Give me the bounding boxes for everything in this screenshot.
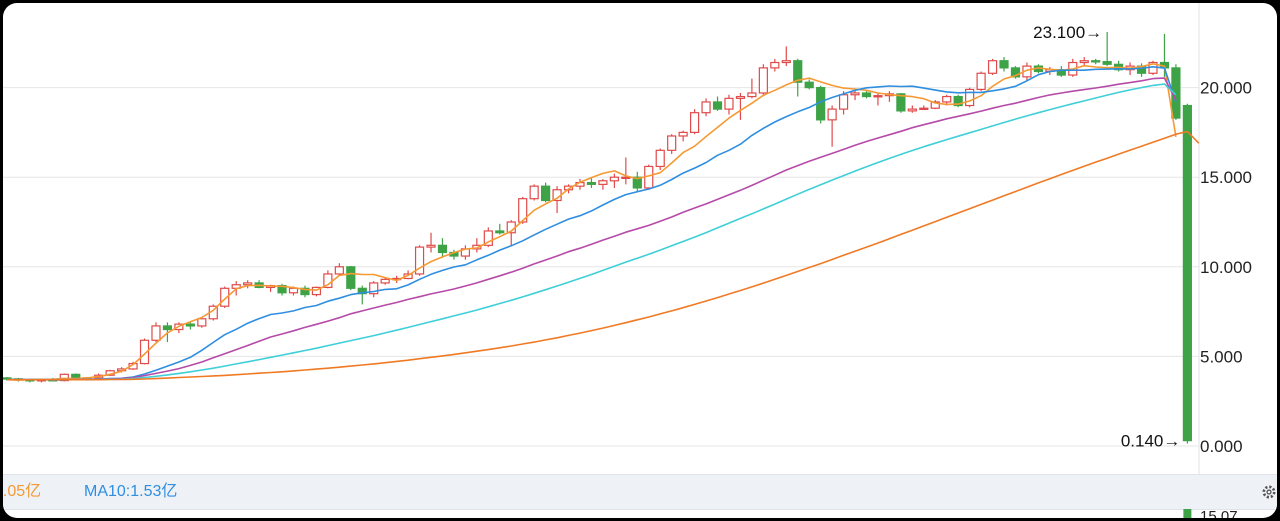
candle-up xyxy=(758,67,768,94)
candle-down xyxy=(1102,61,1112,65)
candle-down xyxy=(185,323,195,327)
candle-down xyxy=(804,81,814,89)
y-tick-label: 0.000 xyxy=(1200,437,1243,456)
volume-ma5-label: 3.05亿 xyxy=(3,483,42,500)
max-price-label: 23.100→ xyxy=(1033,23,1102,42)
candle-up xyxy=(735,95,746,99)
candle-up xyxy=(529,185,539,200)
candle-up xyxy=(747,92,757,98)
candle-down xyxy=(437,244,448,254)
candle-up xyxy=(942,95,952,103)
candle-up xyxy=(907,108,917,112)
candle-up xyxy=(873,95,883,98)
min-price-label: 0.140→ xyxy=(1121,431,1181,450)
moving-average-line xyxy=(7,83,1177,381)
moving-average-line xyxy=(7,130,1200,381)
y-tick-label: 10.000 xyxy=(1200,258,1252,277)
candle-down xyxy=(1182,104,1192,442)
y-tick-label: 20.000 xyxy=(1200,79,1252,98)
candle-up xyxy=(724,97,734,110)
candle-up xyxy=(1079,60,1089,64)
candle-up xyxy=(598,180,608,185)
candle-down xyxy=(541,185,551,202)
candle-up xyxy=(151,325,161,341)
candle-up xyxy=(288,287,299,294)
candle-down xyxy=(712,101,723,110)
candle-up xyxy=(609,176,619,182)
candle-up xyxy=(380,278,390,284)
candle-up xyxy=(426,244,436,248)
candle-up xyxy=(781,60,791,64)
candle-up xyxy=(243,282,253,286)
candle-down xyxy=(346,266,356,289)
candle-down xyxy=(999,60,1009,69)
volume-bar xyxy=(1183,509,1192,518)
candle-up xyxy=(770,61,780,69)
candle-up xyxy=(701,101,711,114)
candle-down xyxy=(162,325,173,331)
y-tick-label: 15.000 xyxy=(1200,168,1252,187)
gear-icon[interactable] xyxy=(1261,484,1277,500)
volume-bars xyxy=(1183,509,1192,518)
volume-ma10-label: MA10:1.53亿 xyxy=(84,483,178,500)
y-tick-label: 5.000 xyxy=(1200,347,1243,366)
volume-legend-bar: 3.05亿 MA10:1.53亿 xyxy=(3,474,1277,510)
candle-up xyxy=(667,135,677,151)
candle-up xyxy=(678,131,688,137)
price-chart[interactable]: 20.000 15.000 10.000 5.000 0.000 23.100→ 0.140… xyxy=(3,3,1277,474)
candle-up xyxy=(827,108,837,121)
moving-average-line xyxy=(6,63,1177,381)
candle-up xyxy=(689,112,700,134)
candle-up xyxy=(838,94,849,110)
candle-up xyxy=(919,107,929,111)
candle-down xyxy=(495,230,505,234)
candle-up xyxy=(197,318,207,327)
candle-up xyxy=(987,60,998,74)
candle-up xyxy=(850,92,860,96)
candle-down xyxy=(586,181,597,185)
moving-average-line xyxy=(6,65,1177,381)
candle-down xyxy=(861,92,872,98)
candle-up xyxy=(334,266,344,275)
candle-up xyxy=(976,72,986,90)
candle-up xyxy=(655,149,665,168)
chart-frame: 20.000 15.000 10.000 5.000 0.000 23.100→ 0.140… xyxy=(3,3,1277,518)
candle-down xyxy=(1091,60,1101,63)
